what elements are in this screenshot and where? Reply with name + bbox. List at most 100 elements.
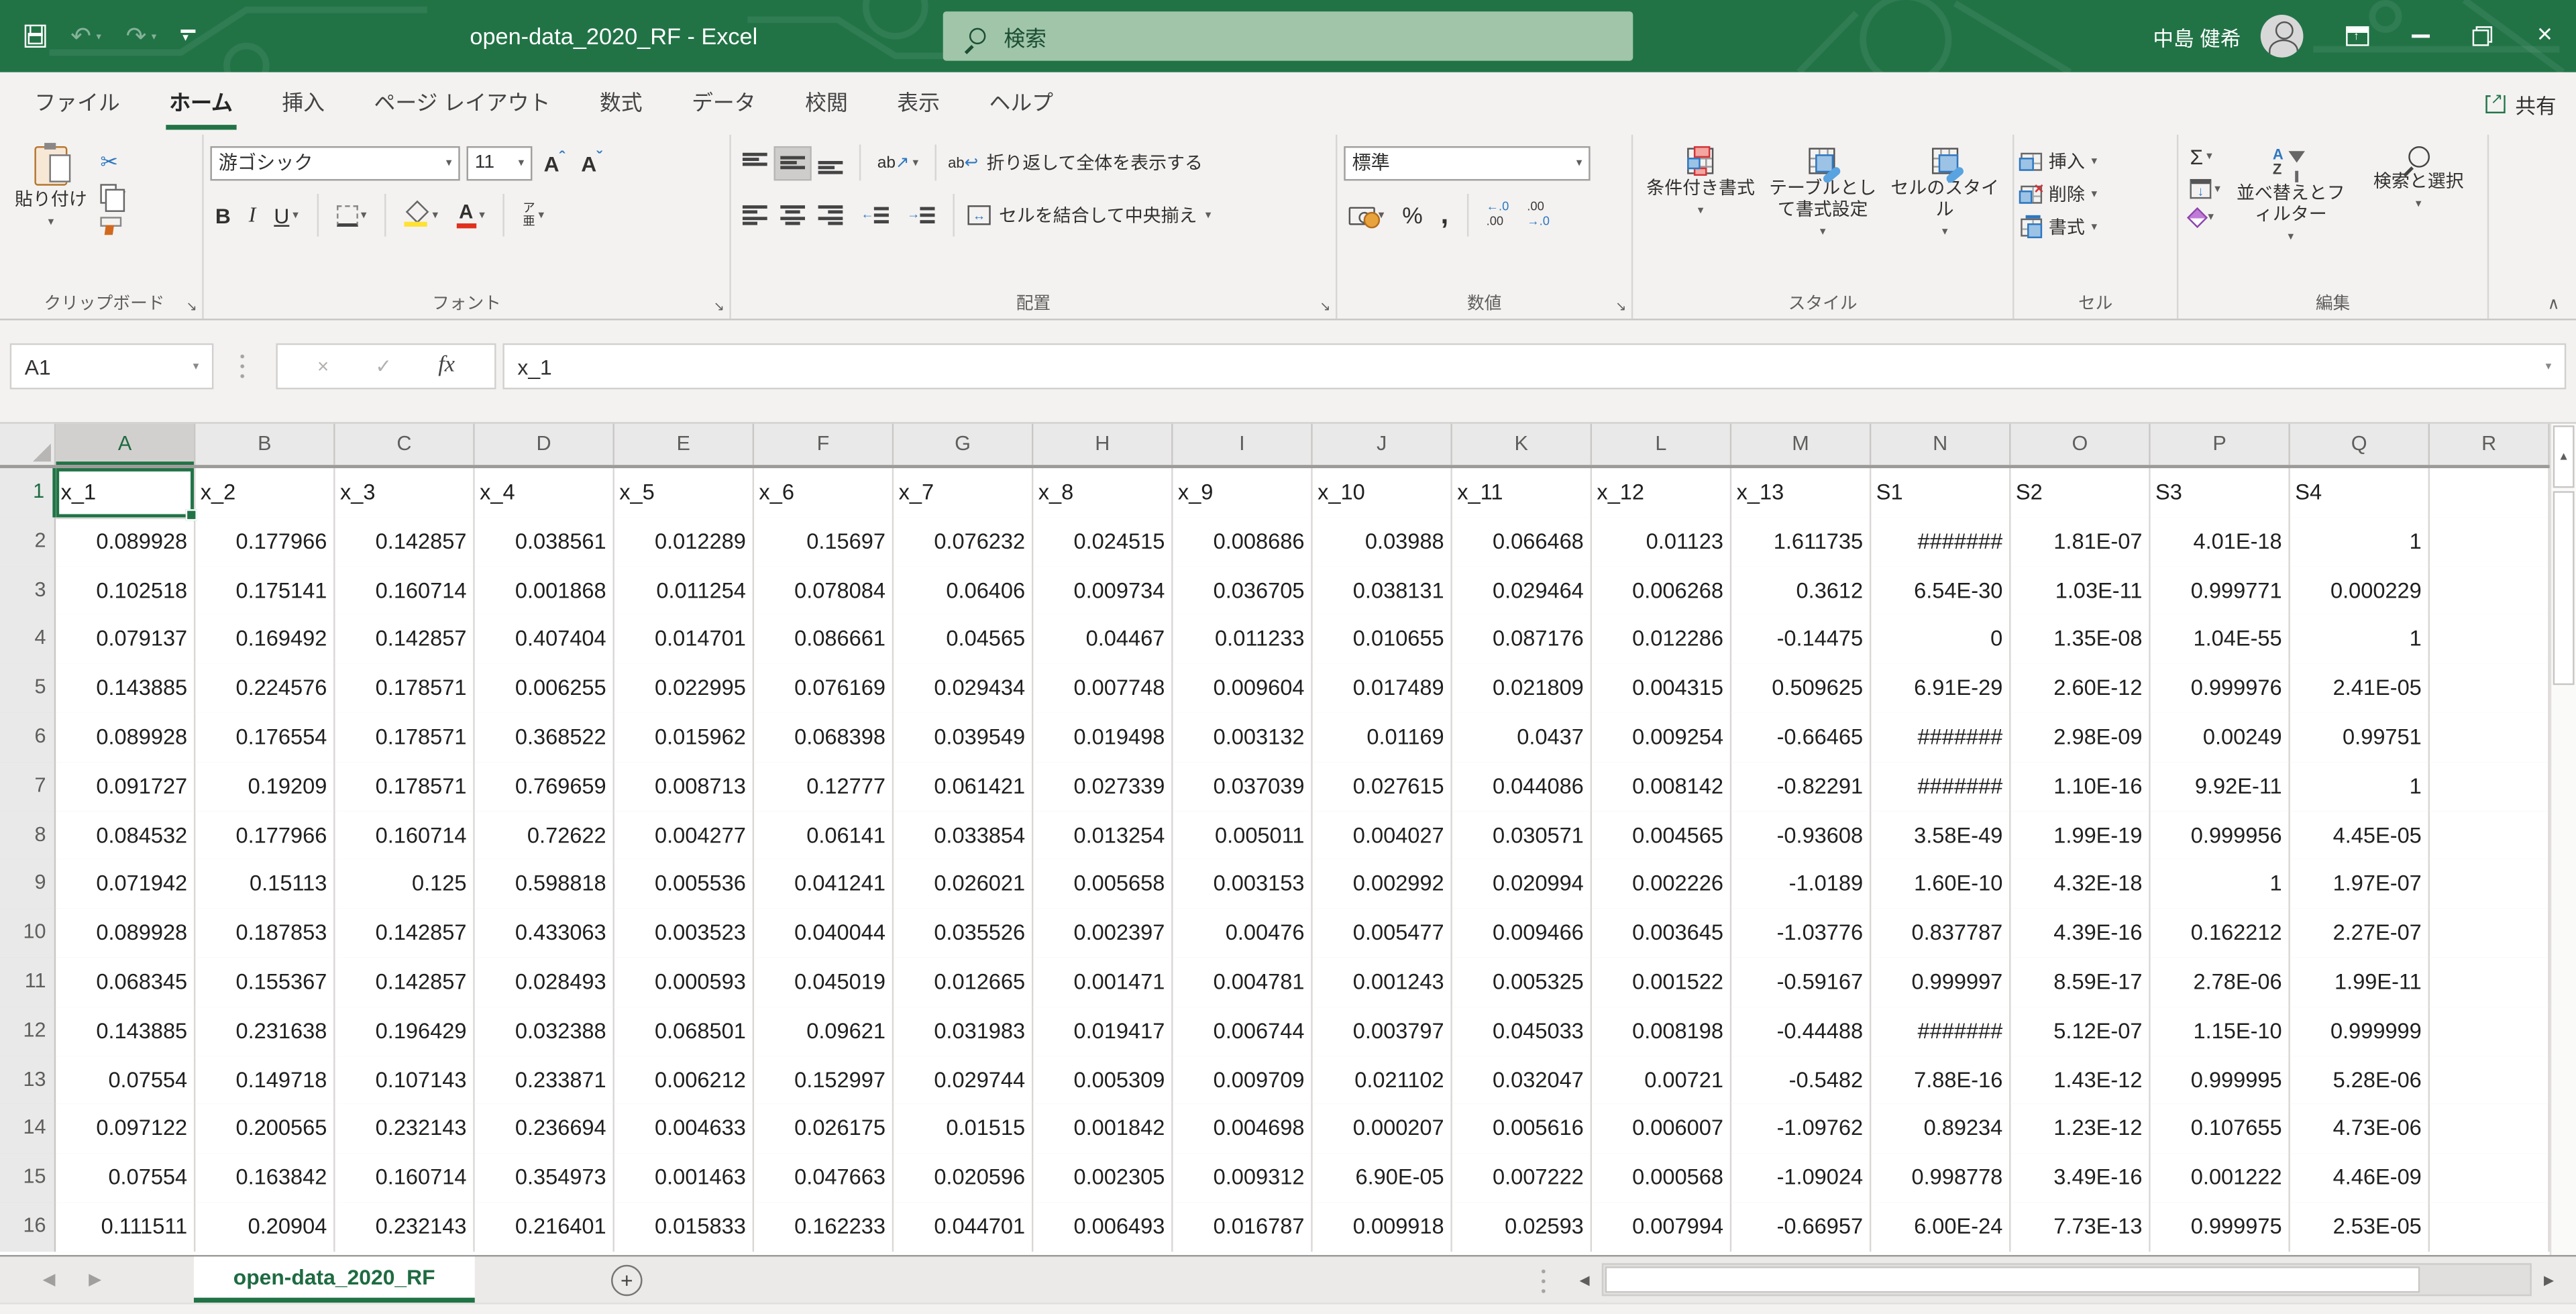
cell-R13[interactable]: [2430, 1055, 2550, 1107]
cell-N8[interactable]: 3.58E-49: [1871, 810, 2011, 862]
cell-C14[interactable]: 0.232143: [335, 1104, 475, 1156]
cell-I12[interactable]: 0.006744: [1173, 1006, 1313, 1058]
format-cells-button[interactable]: 書式 ▾: [2021, 210, 2170, 243]
cell-F6[interactable]: 0.068398: [754, 712, 894, 764]
cell-R10[interactable]: [2430, 908, 2550, 960]
cell-N16[interactable]: 6.00E-24: [1871, 1202, 2011, 1252]
enter-icon[interactable]: ✓: [375, 355, 392, 378]
cell-O3[interactable]: 1.03E-11: [2010, 565, 2151, 617]
cell-E9[interactable]: 0.005536: [614, 859, 755, 911]
cell-E14[interactable]: 0.004633: [614, 1104, 755, 1156]
cell-K11[interactable]: 0.005325: [1452, 957, 1593, 1009]
row-header-1[interactable]: 1: [0, 468, 56, 519]
cell-H2[interactable]: 0.024515: [1033, 516, 1173, 568]
cell-N11[interactable]: 0.999997: [1871, 957, 2011, 1009]
cell-L5[interactable]: 0.004315: [1592, 663, 1732, 715]
cell-I4[interactable]: 0.011233: [1173, 614, 1313, 666]
cell-L16[interactable]: 0.007994: [1592, 1202, 1732, 1252]
scroll-right-icon[interactable]: [2535, 1263, 2563, 1296]
vertical-scrollbar[interactable]: [2549, 423, 2576, 1256]
column-header-M[interactable]: M: [1731, 423, 1872, 466]
increase-decimal-button[interactable]: [1481, 198, 1513, 233]
align-right-button[interactable]: [813, 200, 847, 231]
column-header-C[interactable]: C: [335, 423, 475, 466]
cell-J4[interactable]: 0.010655: [1312, 614, 1452, 666]
column-header-I[interactable]: I: [1173, 423, 1313, 466]
cell-G8[interactable]: 0.033854: [894, 810, 1034, 862]
cell-A3[interactable]: 0.102518: [56, 565, 196, 617]
cell-G14[interactable]: 0.01515: [894, 1104, 1034, 1156]
cell-B3[interactable]: 0.175141: [195, 565, 335, 617]
cell-F7[interactable]: 0.12777: [754, 761, 894, 813]
cell-Q1[interactable]: S4: [2290, 468, 2430, 519]
cell-B15[interactable]: 0.163842: [195, 1153, 335, 1204]
find-select-button[interactable]: 検索と選択 ▾: [2356, 143, 2481, 243]
next-sheet-icon[interactable]: [89, 1256, 101, 1303]
tab-formulas[interactable]: 数式: [575, 72, 667, 135]
merge-center-button[interactable]: セルを結合して中央揃え ▾: [967, 202, 1211, 228]
cell-D6[interactable]: 0.368522: [474, 712, 614, 764]
underline-button[interactable]: U ▾: [269, 200, 303, 231]
cell-A5[interactable]: 0.143885: [56, 663, 196, 715]
cell-O10[interactable]: 4.39E-16: [2010, 908, 2151, 960]
cell-H13[interactable]: 0.005309: [1033, 1055, 1173, 1107]
cell-F5[interactable]: 0.076169: [754, 663, 894, 715]
select-all-corner[interactable]: [0, 423, 56, 466]
column-header-G[interactable]: G: [894, 423, 1034, 466]
cell-M4[interactable]: -0.14475: [1731, 614, 1872, 666]
cell-D16[interactable]: 0.216401: [474, 1202, 614, 1252]
cell-G3[interactable]: 0.06406: [894, 565, 1034, 617]
cell-P1[interactable]: S3: [2150, 468, 2290, 519]
cell-O11[interactable]: 8.59E-17: [2010, 957, 2151, 1009]
column-header-R[interactable]: R: [2430, 423, 2550, 466]
clear-button[interactable]: ▾: [2185, 207, 2225, 229]
cell-F3[interactable]: 0.078084: [754, 565, 894, 617]
cell-Q12[interactable]: 0.999999: [2290, 1006, 2430, 1058]
cell-O15[interactable]: 3.49E-16: [2010, 1153, 2151, 1204]
prev-sheet-icon[interactable]: [43, 1256, 56, 1303]
increase-indent-button[interactable]: [902, 200, 939, 231]
cell-O13[interactable]: 1.43E-12: [2010, 1055, 2151, 1107]
vertical-scroll-thumb[interactable]: [2553, 491, 2575, 686]
row-header-11[interactable]: 11: [0, 957, 56, 1009]
cell-C3[interactable]: 0.160714: [335, 565, 475, 617]
cell-J13[interactable]: 0.021102: [1312, 1055, 1452, 1107]
align-center-button[interactable]: [775, 200, 810, 231]
cell-C1[interactable]: x_3: [335, 468, 475, 519]
cell-D2[interactable]: 0.038561: [474, 516, 614, 568]
cell-H1[interactable]: x_8: [1033, 468, 1173, 519]
cell-F1[interactable]: x_6: [754, 468, 894, 519]
paste-button[interactable]: 貼り付け ▾: [13, 142, 89, 292]
cell-D4[interactable]: 0.407404: [474, 614, 614, 666]
cell-M10[interactable]: -1.03776: [1731, 908, 1872, 960]
cell-M6[interactable]: -0.66465: [1731, 712, 1872, 764]
cell-G10[interactable]: 0.035526: [894, 908, 1034, 960]
font-color-button[interactable]: A ▾: [451, 199, 490, 232]
cell-J16[interactable]: 0.009918: [1312, 1202, 1452, 1252]
cell-P16[interactable]: 0.999975: [2150, 1202, 2290, 1252]
cell-Q6[interactable]: 0.99751: [2290, 712, 2430, 764]
tab-home[interactable]: ホーム: [145, 72, 258, 135]
percent-style-button[interactable]: %: [1397, 199, 1428, 231]
cell-E2[interactable]: 0.012289: [614, 516, 755, 568]
phonetic-guide-button[interactable]: ア亜 ▾: [518, 199, 549, 232]
cell-K1[interactable]: x_11: [1452, 468, 1593, 519]
cell-M9[interactable]: -1.0189: [1731, 859, 1872, 911]
cell-I16[interactable]: 0.016787: [1173, 1202, 1313, 1252]
cell-D11[interactable]: 0.028493: [474, 957, 614, 1009]
format-painter-button[interactable]: [95, 212, 131, 238]
cell-J1[interactable]: x_10: [1312, 468, 1452, 519]
cell-C6[interactable]: 0.178571: [335, 712, 475, 764]
cell-H6[interactable]: 0.019498: [1033, 712, 1173, 764]
cell-B6[interactable]: 0.176554: [195, 712, 335, 764]
cell-L14[interactable]: 0.006007: [1592, 1104, 1732, 1156]
cell-H15[interactable]: 0.002305: [1033, 1153, 1173, 1204]
expand-formula-bar-icon[interactable]: ▾: [2546, 360, 2552, 373]
cell-J8[interactable]: 0.004027: [1312, 810, 1452, 862]
cell-D10[interactable]: 0.433063: [474, 908, 614, 960]
column-header-E[interactable]: E: [614, 423, 755, 466]
cell-E7[interactable]: 0.008713: [614, 761, 755, 813]
cell-I15[interactable]: 0.009312: [1173, 1153, 1313, 1204]
cell-G9[interactable]: 0.026021: [894, 859, 1034, 911]
cell-E5[interactable]: 0.022995: [614, 663, 755, 715]
